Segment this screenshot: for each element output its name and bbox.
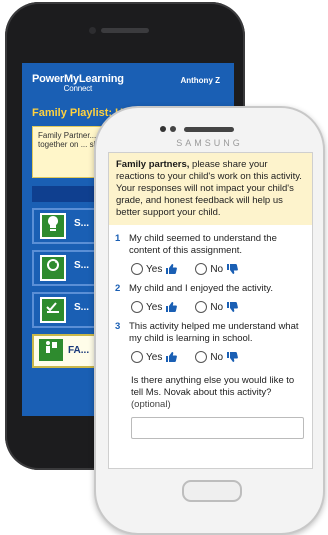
refresh-icon xyxy=(40,255,66,281)
logo-subtext: Connect xyxy=(63,84,93,93)
family-step-label: FA... xyxy=(68,345,90,356)
step-label: S... xyxy=(74,260,90,271)
home-button[interactable] xyxy=(182,480,242,502)
no-label: No xyxy=(210,263,224,275)
free-question-text: Is there anything else you would like to… xyxy=(131,375,295,398)
step-label: S... xyxy=(74,302,90,313)
samsung-screen: Family partners, please share your react… xyxy=(108,152,313,469)
thumbs-up-icon xyxy=(166,302,178,312)
question-number: 1 xyxy=(115,233,121,244)
thumbs-down-icon xyxy=(227,264,239,274)
no-radio[interactable] xyxy=(195,301,208,313)
no-option[interactable]: No xyxy=(195,351,239,363)
camera-icon xyxy=(160,126,166,132)
step-label: S... xyxy=(74,218,90,229)
no-radio[interactable] xyxy=(195,263,208,275)
yes-option[interactable]: Yes xyxy=(131,263,178,275)
brand-label: SAMSUNG xyxy=(176,138,243,148)
no-label: No xyxy=(210,351,224,363)
no-label: No xyxy=(210,301,224,313)
question-1: 1 My child seemed to understand the cont… xyxy=(109,233,312,257)
checklist-icon xyxy=(40,297,66,323)
thumbs-up-icon xyxy=(166,264,178,274)
yes-label: Yes xyxy=(146,301,163,313)
answer-options: Yes No xyxy=(109,263,312,275)
answer-options: Yes No xyxy=(109,301,312,313)
thumbs-down-icon xyxy=(227,352,239,362)
sensor-icon xyxy=(170,126,176,132)
thumbs-down-icon xyxy=(227,302,239,312)
question-text: My child and I enjoyed the activity. xyxy=(129,283,273,294)
user-name[interactable]: Anthony Z xyxy=(180,76,220,85)
free-response-question: Is there anything else you would like to… xyxy=(109,375,312,411)
question-number: 2 xyxy=(115,283,121,294)
yes-label: Yes xyxy=(146,351,163,363)
family-icon xyxy=(39,339,63,361)
yes-option[interactable]: Yes xyxy=(131,301,178,313)
question-number: 3 xyxy=(115,321,121,332)
free-response-input[interactable] xyxy=(131,417,304,439)
no-radio[interactable] xyxy=(195,351,208,363)
logo: PowerMyLearning Connect xyxy=(32,73,124,93)
no-option[interactable]: No xyxy=(195,263,239,275)
no-option[interactable]: No xyxy=(195,301,239,313)
speaker-grille xyxy=(101,28,149,33)
yes-radio[interactable] xyxy=(131,263,143,275)
question-3: 3 This activity helped me understand wha… xyxy=(109,321,312,345)
question-text: This activity helped me understand what … xyxy=(129,321,299,344)
question-2: 2 My child and I enjoyed the activity. xyxy=(109,283,312,295)
yes-label: Yes xyxy=(146,263,163,275)
yes-radio[interactable] xyxy=(131,301,143,313)
speaker-grille xyxy=(184,127,234,132)
survey-intro: Family partners, please share your react… xyxy=(109,153,312,225)
app-header: PowerMyLearning Connect Anthony Z xyxy=(22,63,234,97)
answer-options: Yes No xyxy=(109,351,312,363)
samsung-device: SAMSUNG Family partners, please share yo… xyxy=(94,106,325,535)
intro-bold: Family partners, xyxy=(116,159,190,170)
lightbulb-icon xyxy=(40,213,66,239)
question-text: My child seemed to understand the conten… xyxy=(129,233,277,256)
camera-icon xyxy=(89,27,96,34)
optional-label: (optional) xyxy=(131,399,171,410)
yes-radio[interactable] xyxy=(131,351,143,363)
yes-option[interactable]: Yes xyxy=(131,351,178,363)
thumbs-up-icon xyxy=(166,352,178,362)
